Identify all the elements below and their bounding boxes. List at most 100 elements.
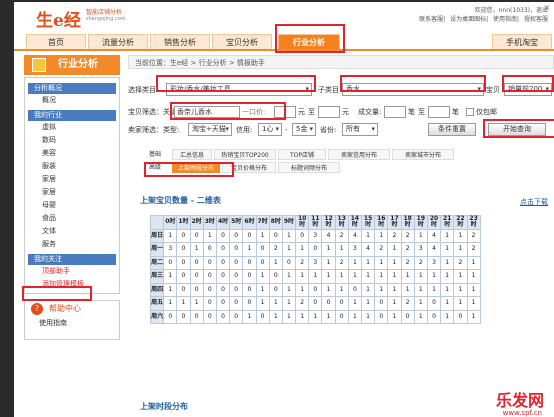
sidebar-item-home-2[interactable]: 家居 <box>28 186 116 199</box>
header-links: 联系客服| 设为桌面图标| 使用指南| 授权客服 <box>419 16 548 23</box>
header-link-service[interactable]: 联系客服 <box>419 16 443 23</box>
table-header-hour: 16时 <box>374 215 389 230</box>
table-cell: 1 <box>453 242 468 257</box>
sidebar-item-clothing[interactable]: 服装 <box>28 160 116 173</box>
free-shipping-checkbox[interactable] <box>466 108 474 116</box>
table-header-hour: 21时 <box>440 215 455 230</box>
table-cell: 0 <box>202 309 217 324</box>
tab-industry[interactable]: 行业分析 <box>278 34 340 49</box>
baby-label: 宝贝 <box>486 86 500 94</box>
logo-subtitle: 智能店铺分析 <box>86 9 123 16</box>
sidebar-group-my-industry[interactable]: 我的行业 <box>28 110 116 121</box>
tab-title-words[interactable]: 标题词频分布 <box>278 162 340 173</box>
table-cell: 1 <box>466 269 481 284</box>
table-cell: 0 <box>374 309 389 324</box>
sidebar-item-baby[interactable]: 母婴 <box>28 199 116 212</box>
table-cell: 0 <box>255 242 270 257</box>
sidebar-item-intel-helper[interactable]: 顶部助手 <box>28 265 116 278</box>
table-header-hour: 4时 <box>215 215 231 230</box>
table-cell: 0 <box>189 309 204 324</box>
sidebar-title: 行业分析 <box>24 55 120 75</box>
credit-to-select[interactable]: 5金 <box>292 123 316 136</box>
table-cell: 1 <box>413 309 428 324</box>
table-cell: 0 <box>202 255 217 270</box>
sidebar-item-virtual[interactable]: 虚拟 <box>28 121 116 134</box>
table-header-hour: 12时 <box>321 215 336 230</box>
table-cell: 1 <box>453 269 468 284</box>
sidebar-item-food[interactable]: 食品 <box>28 212 116 225</box>
table-cell: 0 <box>242 255 257 270</box>
sidebar-title-text: 行业分析 <box>58 59 98 70</box>
tab-seller-credit[interactable]: 卖家信用分布 <box>328 149 390 160</box>
keyword-input[interactable]: 香奈儿香水 <box>174 106 240 118</box>
table-cell: 0 <box>374 296 389 311</box>
table-cell: 1 <box>268 296 283 311</box>
deals-min-input[interactable] <box>384 106 406 118</box>
table-header-hour: 11时 <box>308 215 323 230</box>
price-min-input[interactable] <box>274 106 296 118</box>
sidebar-group-my-focus[interactable]: 我的关注 <box>28 254 116 265</box>
download-link[interactable]: 点击下载 <box>520 195 548 209</box>
tab-home[interactable]: 首页 <box>26 34 86 49</box>
reset-button[interactable]: 条件重置 <box>428 123 476 136</box>
table-cell: 0 <box>334 296 349 311</box>
tab-top200[interactable]: 热销宝贝TOP200 <box>214 149 276 160</box>
credit-from-select[interactable]: 1心 <box>258 123 282 136</box>
tab-summary[interactable]: 汇总信息 <box>172 149 212 160</box>
sidebar-item-sports[interactable]: 文体 <box>28 225 116 238</box>
table-cell: 1 <box>387 309 402 324</box>
table-cell: 0 <box>268 282 283 297</box>
table-header-hour: 1时 <box>176 215 191 230</box>
table-cell: 1 <box>466 282 481 297</box>
deals-max-input[interactable] <box>428 106 450 118</box>
sidebar-item-beauty[interactable]: 美容 <box>28 147 116 160</box>
sidebar-item-add-template[interactable]: 添加管理模板 <box>28 278 116 291</box>
header-link-desktop[interactable]: 设为桌面图标 <box>450 16 486 23</box>
sidebar-item-home[interactable]: 家居 <box>28 173 116 186</box>
category-select[interactable]: 彩妆/香水/美妆工具 <box>166 83 312 96</box>
baby-select[interactable]: 销量前200 <box>504 83 552 96</box>
tab-seller-city[interactable]: 卖家城市分布 <box>392 149 454 160</box>
price-max-input[interactable] <box>318 106 340 118</box>
tab-mobile[interactable]: 手机淘宝 <box>492 34 552 49</box>
table-cell: 0 <box>176 309 191 324</box>
tab-listing-time[interactable]: 上架时段分布 <box>172 162 220 173</box>
table-cell: 0 <box>242 228 257 243</box>
table-cell: 1 <box>295 309 310 324</box>
table-cell: 2 <box>334 255 349 270</box>
table-header-hour: 5时 <box>229 215 244 230</box>
table-cell: 1 <box>413 296 428 311</box>
sidebar-item-service[interactable]: 服务 <box>28 238 116 251</box>
table-cell: 1 <box>163 282 178 297</box>
table-cell: 1 <box>281 228 297 243</box>
section-title-qty: 上架宝贝数量 - 二维表 <box>140 196 221 205</box>
subcategory-select[interactable]: 香水 <box>342 83 484 96</box>
close-icon[interactable]: × <box>542 3 552 13</box>
seller-type-select[interactable]: 淘宝+天猫 <box>188 123 232 136</box>
header-link-guide[interactable]: 使用指南 <box>493 16 517 23</box>
sidebar-group-overview[interactable]: 分析概况 <box>28 83 116 94</box>
tab-product[interactable]: 宝贝分析 <box>212 34 272 49</box>
table-row-day: 周一 <box>149 242 165 257</box>
start-query-button[interactable]: 开始查询 <box>488 123 546 136</box>
header-link-auth[interactable]: 授权客服 <box>524 16 548 23</box>
table-cell: 1 <box>387 296 402 311</box>
sidebar-item-overview[interactable]: 概况 <box>28 94 116 107</box>
table-cell: 1 <box>281 309 297 324</box>
table-cell: 1 <box>347 269 363 284</box>
price-unit-2: 元 <box>342 108 349 116</box>
tab-top-shops[interactable]: TOP店铺 <box>278 149 326 160</box>
table-cell: 1 <box>453 282 468 297</box>
tab-sales[interactable]: 销售分析 <box>150 34 210 49</box>
header: 生e经 智能店铺分析 shengejing.com 欢迎您，nnn(1033)，… <box>14 2 554 32</box>
table-cell: 1 <box>440 242 455 257</box>
table-cell: 1 <box>400 269 415 284</box>
help-guide-link[interactable]: 使用指南 <box>25 317 119 330</box>
sidebar-item-digital[interactable]: 数码 <box>28 134 116 147</box>
table-cell: 1 <box>426 269 442 284</box>
table-cell: 0 <box>215 282 231 297</box>
province-select[interactable]: 所有 <box>342 123 378 136</box>
table-cell: 0 <box>229 269 244 284</box>
tab-price-dist[interactable]: 宝贝价格分布 <box>222 162 276 173</box>
tab-traffic[interactable]: 流量分析 <box>88 34 148 49</box>
